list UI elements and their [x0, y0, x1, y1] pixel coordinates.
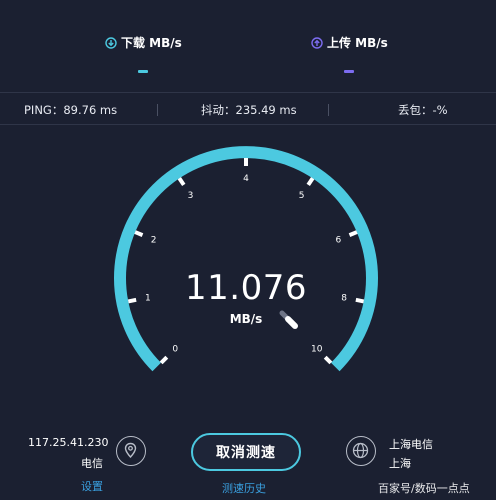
gauge-tick-mark [134, 230, 144, 237]
cancel-test-button[interactable]: 取消测速 [191, 433, 301, 471]
gauge-tick-label: 2 [151, 236, 157, 246]
server-name[interactable]: 上海电信 [389, 436, 433, 452]
gauge-tick-mark [355, 297, 365, 304]
gauge-tick-label: 5 [299, 191, 305, 201]
client-isp: 电信 [81, 457, 103, 470]
gauge-tick-label: 10 [311, 345, 323, 355]
speed-value: 11.076 [185, 268, 307, 308]
globe-icon[interactable] [346, 436, 376, 466]
gauge-tick-labels: 0123456810 [145, 174, 347, 355]
gauge-tick-label: 3 [188, 191, 194, 201]
location-pin-icon[interactable] [116, 436, 146, 466]
gauge-tick-mark [348, 230, 358, 237]
gauge-tick-label: 0 [172, 345, 178, 355]
gauge-tick-mark [159, 355, 169, 365]
server-city: 上海 [389, 457, 411, 470]
speed-unit: MB/s [229, 312, 263, 326]
speed-gauge: 0123456810 [114, 146, 378, 372]
test-history-link[interactable]: 测速历史 [222, 480, 266, 496]
gauge-tick-mark [323, 355, 333, 365]
client-ip: 117.25.41.230 [28, 436, 109, 449]
watermark: 百家号/数码一点点 [378, 482, 470, 495]
gauge-tick-mark [177, 177, 186, 186]
settings-link[interactable]: 设置 [81, 478, 103, 494]
gauge-tick-mark [306, 177, 315, 186]
gauge-arc [114, 146, 378, 372]
gauge-tick-label: 4 [243, 174, 249, 184]
gauge-tick-mark [127, 297, 137, 304]
gauge-tick-label: 6 [336, 236, 342, 246]
